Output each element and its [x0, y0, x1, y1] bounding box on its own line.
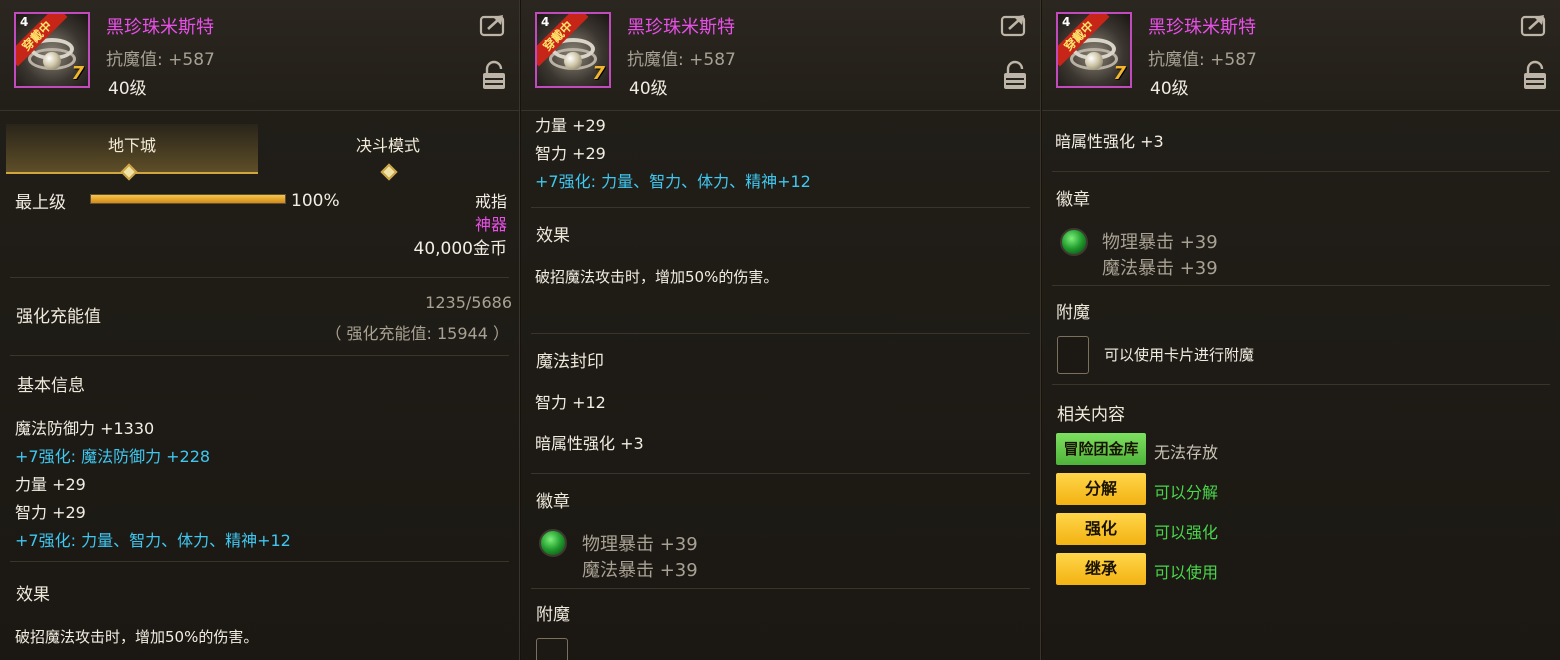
- item-tooltip-panel-3: 穿戴中 4 7 黑珍珠米斯特 抗魔值: +587 40级 暗属性强化 +3 徽章…: [1042, 0, 1560, 660]
- share-icon[interactable]: [1000, 13, 1028, 37]
- pearl-icon: [43, 52, 61, 70]
- divider: [1052, 285, 1550, 286]
- ring-item-icon[interactable]: 穿戴中 4 7: [535, 12, 611, 88]
- related-title: 相关内容: [1057, 405, 1125, 425]
- item-name: 黑珍珠米斯特: [1148, 17, 1256, 38]
- charge-value: 1235/5686: [425, 293, 512, 312]
- stat-line: 智力 +29: [535, 144, 606, 163]
- pearl-icon: [564, 52, 582, 70]
- charge-label: 强化充能值: [16, 307, 101, 327]
- inherit-tag[interactable]: 继承: [1056, 553, 1146, 585]
- enchant-title: 附魔: [1056, 303, 1090, 323]
- item-name: 黑珍珠米斯特: [627, 17, 735, 38]
- stat-line: +7强化: 力量、智力、体力、精神+12: [15, 531, 291, 550]
- emblem-line: 物理暴击 +39: [582, 534, 698, 555]
- share-icon[interactable]: [479, 13, 507, 37]
- adventure-vault-label: 冒险团金库: [1063, 440, 1139, 458]
- item-rarity: 神器: [474, 215, 507, 234]
- seal-line: 暗属性强化 +3: [1055, 132, 1164, 151]
- item-name: 黑珍珠米斯特: [106, 17, 214, 38]
- green-gem-icon: [1060, 228, 1088, 256]
- emblem-line: 魔法暴击 +39: [1102, 258, 1218, 279]
- grade-progress-bar: [90, 194, 286, 204]
- stat-line: 魔法防御力 +1330: [15, 419, 155, 438]
- tab-duel-label: 决斗模式: [355, 136, 420, 155]
- item-level: 40级: [108, 79, 147, 99]
- item-header: 穿戴中 4 7 黑珍珠米斯特 抗魔值: +587 40级: [0, 0, 519, 111]
- divider: [10, 355, 509, 356]
- reinforce-desc: 可以强化: [1154, 523, 1219, 542]
- item-level: 40级: [629, 79, 668, 99]
- emblem-title: 徽章: [1056, 190, 1090, 210]
- stat-line: 力量 +29: [535, 116, 606, 135]
- grade-label: 最上级: [15, 193, 66, 213]
- card-slot-icon[interactable]: [1057, 336, 1089, 374]
- item-upgrade-level: 7: [1113, 63, 1126, 84]
- item-resist: 抗魔值: +587: [106, 50, 215, 70]
- emblem-line: 魔法暴击 +39: [582, 560, 698, 581]
- adventure-vault-desc: 无法存放: [1154, 443, 1219, 462]
- item-corner-badge: 4: [1062, 15, 1071, 29]
- stat-line: 力量 +29: [15, 475, 86, 494]
- item-resist: 抗魔值: +587: [627, 50, 736, 70]
- divider: [531, 333, 1030, 334]
- pearl-icon: [1085, 52, 1103, 70]
- enchant-title: 附魔: [536, 605, 570, 625]
- item-upgrade-level: 7: [592, 63, 605, 84]
- divider: [531, 473, 1030, 474]
- enchant-hint: 可以使用卡片进行附魔: [1104, 346, 1255, 364]
- item-header: 穿戴中 4 7 黑珍珠米斯特 抗魔值: +587 40级: [521, 0, 1040, 111]
- divider: [10, 561, 509, 562]
- grade-progress-fill: [91, 195, 285, 203]
- emblem-line: 物理暴击 +39: [1102, 232, 1218, 253]
- lock-icon[interactable]: [1523, 60, 1547, 90]
- effect-title: 效果: [16, 585, 50, 605]
- stat-line: 智力 +29: [15, 503, 86, 522]
- charge-total: （ 强化充能值: 15944 ）: [325, 324, 509, 343]
- divider: [531, 207, 1030, 208]
- effect-text: 破招魔法攻击时，增加50%的伤害。: [15, 628, 259, 646]
- item-tooltip-panel-1: 穿戴中 4 7 黑珍珠米斯特 抗魔值: +587 40级 地下城 决斗模式 最上…: [0, 0, 520, 660]
- adventure-vault-tag[interactable]: 冒险团金库: [1056, 433, 1146, 465]
- emblem-title: 徽章: [536, 492, 570, 512]
- seal-line: 暗属性强化 +3: [535, 434, 644, 453]
- card-slot-icon[interactable]: [536, 638, 568, 660]
- divider: [531, 588, 1030, 589]
- item-resist: 抗魔值: +587: [1148, 50, 1257, 70]
- ring-item-icon[interactable]: 穿戴中 4 7: [14, 12, 90, 88]
- effect-title: 效果: [536, 226, 570, 246]
- item-price: 40,000金币: [413, 239, 507, 259]
- inherit-label: 继承: [1084, 559, 1117, 578]
- disassemble-tag[interactable]: 分解: [1056, 473, 1146, 505]
- item-corner-badge: 4: [541, 15, 550, 29]
- disassemble-label: 分解: [1084, 479, 1117, 498]
- divider: [10, 277, 509, 278]
- magic-seal-title: 魔法封印: [536, 352, 604, 372]
- stat-line: +7强化: 力量、智力、体力、精神+12: [535, 172, 811, 191]
- inherit-desc: 可以使用: [1154, 563, 1219, 582]
- share-icon[interactable]: [1520, 13, 1548, 37]
- item-level: 40级: [1150, 79, 1189, 99]
- item-upgrade-level: 7: [71, 63, 84, 84]
- item-tooltip-panel-2: 穿戴中 4 7 黑珍珠米斯特 抗魔值: +587 40级 力量 +29 智力 +…: [521, 0, 1041, 660]
- item-corner-badge: 4: [20, 15, 29, 29]
- lock-icon[interactable]: [1003, 60, 1027, 90]
- item-header: 穿戴中 4 7 黑珍珠米斯特 抗魔值: +587 40级: [1042, 0, 1560, 111]
- green-gem-icon: [539, 529, 567, 557]
- ring-item-icon[interactable]: 穿戴中 4 7: [1056, 12, 1132, 88]
- reinforce-label: 强化: [1084, 519, 1117, 538]
- tab-dungeon-label: 地下城: [107, 136, 156, 155]
- stat-line: +7强化: 魔法防御力 +228: [15, 447, 211, 466]
- lock-icon[interactable]: [482, 60, 506, 90]
- divider: [1052, 171, 1550, 172]
- divider: [1052, 384, 1550, 385]
- reinforce-tag[interactable]: 强化: [1056, 513, 1146, 545]
- seal-line: 智力 +12: [535, 393, 606, 412]
- grade-percent: 100%: [291, 191, 340, 211]
- disassemble-desc: 可以分解: [1154, 483, 1219, 502]
- effect-text: 破招魔法攻击时，增加50%的伤害。: [535, 268, 779, 286]
- item-type: 戒指: [474, 192, 507, 211]
- basic-info-title: 基本信息: [17, 376, 85, 396]
